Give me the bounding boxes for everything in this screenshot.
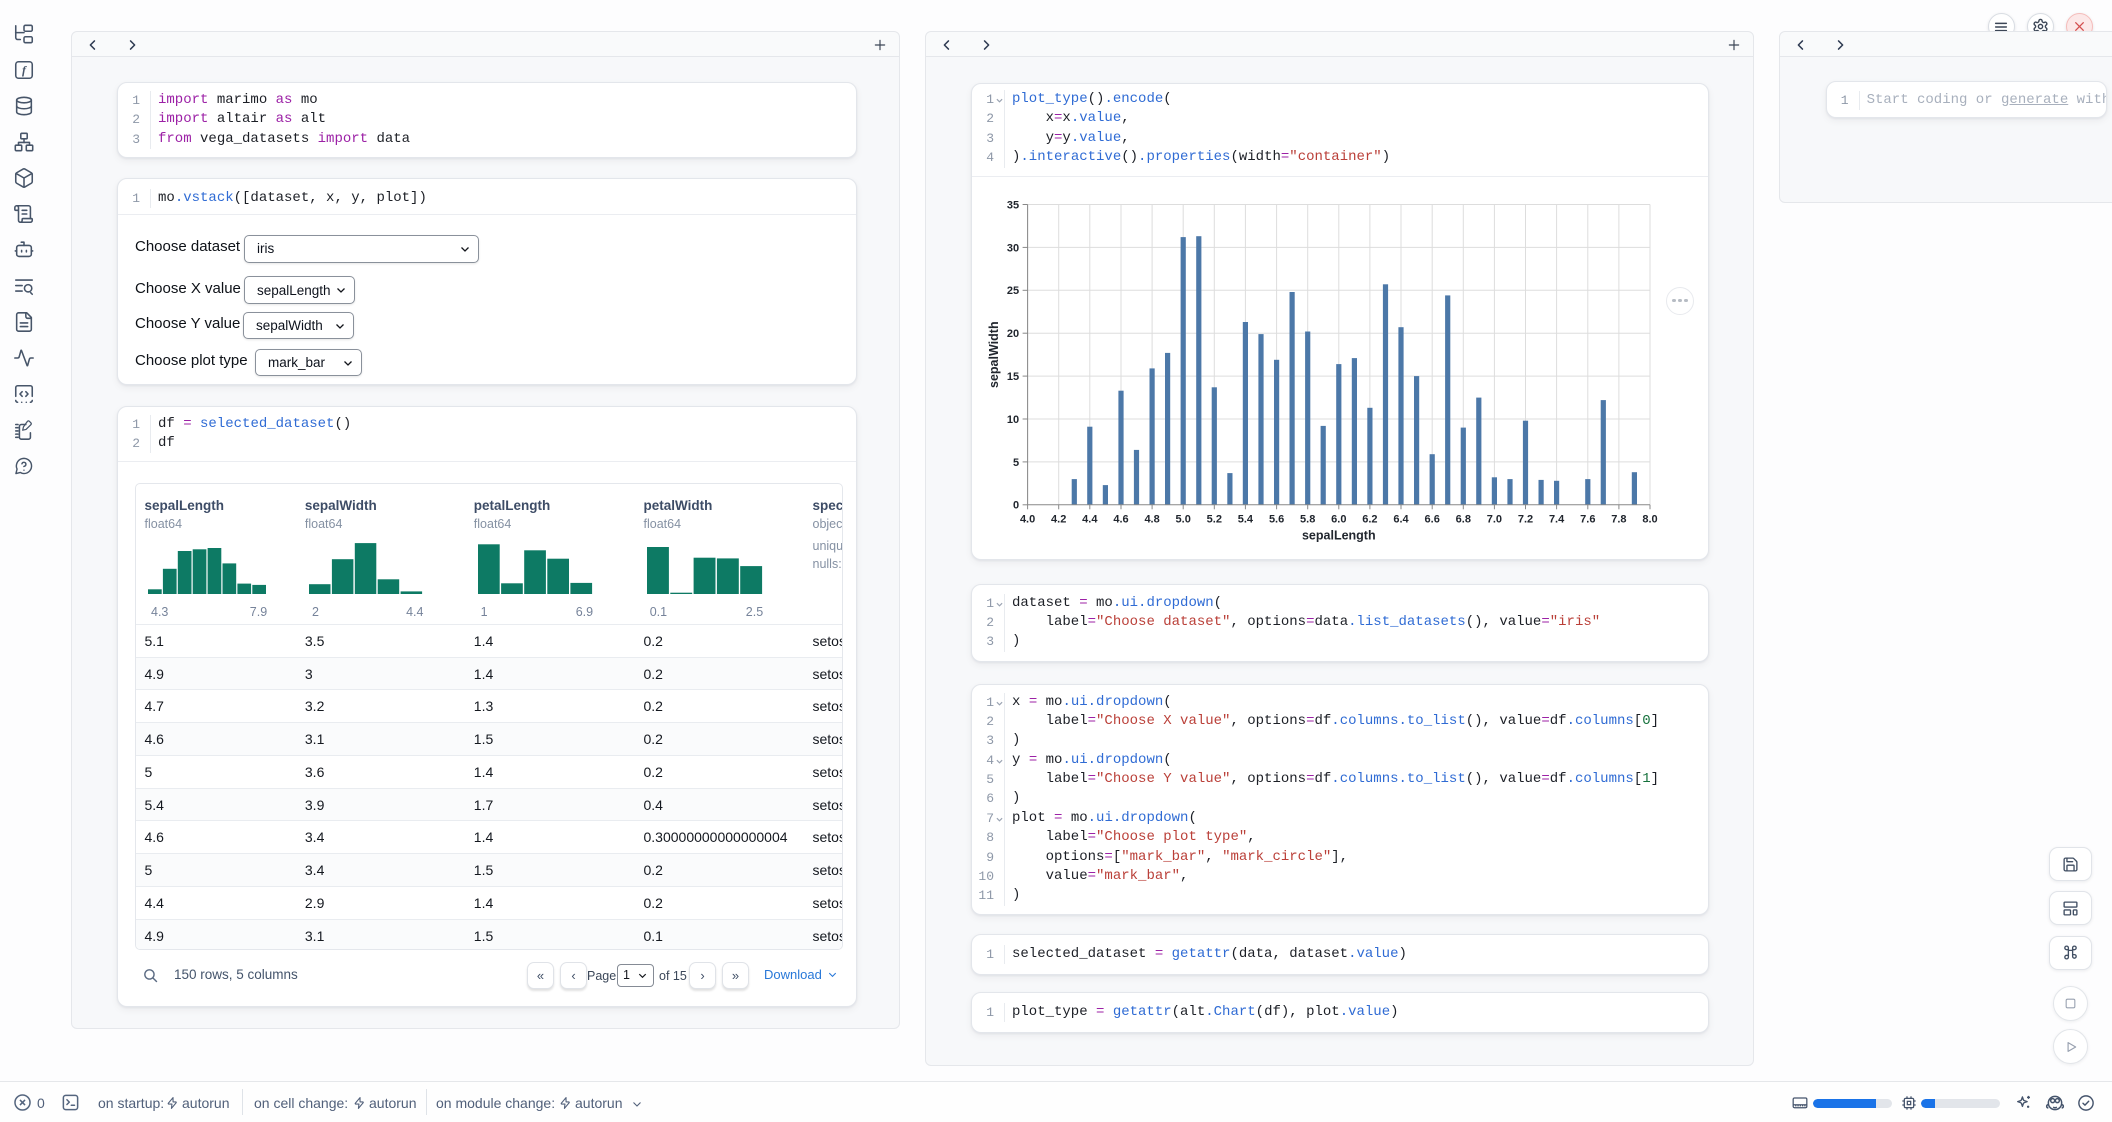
svg-text:15: 15 xyxy=(1007,371,1019,383)
svg-text:6.0: 6.0 xyxy=(1331,513,1346,525)
svg-text:6.2: 6.2 xyxy=(1362,513,1377,525)
svg-text:5.6: 5.6 xyxy=(1269,513,1284,525)
svg-text:7.4: 7.4 xyxy=(1549,513,1565,525)
svg-text:4.0: 4.0 xyxy=(1020,513,1035,525)
svg-text:7.6: 7.6 xyxy=(1580,513,1595,525)
svg-text:10: 10 xyxy=(1007,413,1019,425)
svg-text:4.8: 4.8 xyxy=(1144,513,1159,525)
svg-text:25: 25 xyxy=(1007,285,1019,297)
svg-text:8.0: 8.0 xyxy=(1642,513,1657,525)
svg-text:7.0: 7.0 xyxy=(1487,513,1502,525)
svg-text:sepalWidth: sepalWidth xyxy=(987,321,1001,388)
svg-text:20: 20 xyxy=(1007,328,1019,340)
svg-text:35: 35 xyxy=(1007,199,1019,211)
svg-text:6.8: 6.8 xyxy=(1456,513,1471,525)
svg-text:f: f xyxy=(22,63,27,77)
svg-text:4.4: 4.4 xyxy=(1082,513,1098,525)
svg-text:5.8: 5.8 xyxy=(1300,513,1315,525)
svg-text:6.6: 6.6 xyxy=(1425,513,1440,525)
svg-text:0: 0 xyxy=(1013,499,1019,511)
svg-text:7.2: 7.2 xyxy=(1518,513,1533,525)
svg-text:sepalLength: sepalLength xyxy=(1302,528,1376,542)
svg-text:7.8: 7.8 xyxy=(1611,513,1626,525)
svg-text:4.6: 4.6 xyxy=(1113,513,1128,525)
svg-text:5.2: 5.2 xyxy=(1207,513,1222,525)
svg-text:5.0: 5.0 xyxy=(1176,513,1191,525)
svg-text:30: 30 xyxy=(1007,242,1019,254)
svg-text:5: 5 xyxy=(1013,456,1019,468)
svg-text:5.4: 5.4 xyxy=(1238,513,1254,525)
svg-text:6.4: 6.4 xyxy=(1393,513,1409,525)
svg-text:4.2: 4.2 xyxy=(1051,513,1066,525)
